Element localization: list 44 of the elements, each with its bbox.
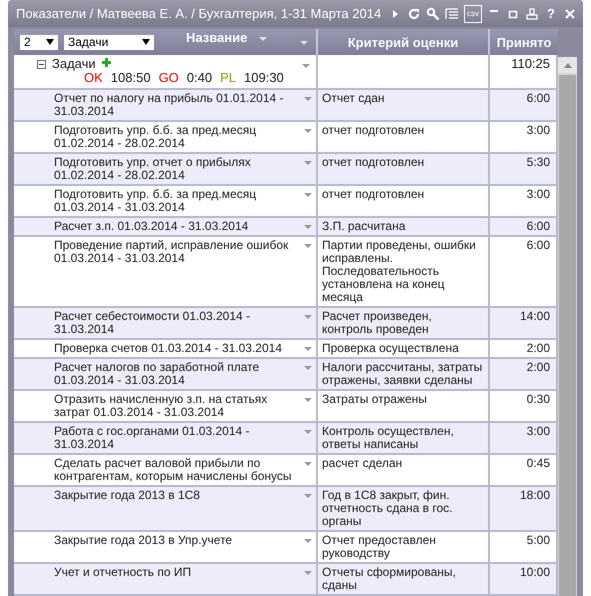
group-select[interactable]: Задачи — [64, 34, 154, 50]
table-cell: отчет подготовлен — [318, 154, 490, 184]
column-header[interactable]: Название — [186, 30, 248, 45]
table-cell: Проверка осуществлена — [318, 340, 490, 357]
level-select[interactable]: 2 — [20, 34, 58, 50]
table-cell: Год в 1С8 закрыт, фин. отчетность сдана в гос. органы — [318, 487, 490, 530]
task-name: Расчет з.п. 01.03.2014 - 31.03.2014 — [54, 220, 248, 233]
time-value: 109:30 — [244, 71, 284, 85]
task-name: Отчет по налогу на прибыль 01.01.2014 - 31.03.2014 — [54, 92, 284, 118]
task-name: Закрытие года 2013 в Упр.учете — [54, 534, 232, 549]
table-cell: Партии проведены, ошибки исправлены. Последовательность установлена на конец месяца — [318, 237, 490, 306]
task-name: Учет и отчетность по ИП — [54, 566, 192, 581]
task-name: Отразить начисленную з.п. на статьях затрат 01.03.2014 - 31.03.2014 — [54, 393, 268, 419]
table-cell: Отчеты сформированы, сданы — [318, 564, 490, 594]
time-value: 0:40 — [186, 71, 212, 85]
task-name: Подготовить упр. б.б. за пред.месяц 01.02.2014 - 28.02.2014 — [54, 124, 258, 150]
task-name: Расчет себестоимости 01.03.2014 - 31.03.2014 — [54, 310, 252, 336]
table-cell: Отчет сдан — [318, 90, 490, 120]
window-title: Показатели / Матвеева Е. А. / Бухгалтерия, 1-31 Марта 2014 — [16, 6, 382, 21]
csv-icon[interactable]: csv — [464, 4, 482, 22]
task-name: Работа с гос.органами 01.03.2014 - 31.03.2014 — [54, 425, 250, 451]
help-icon[interactable]: ? — [544, 6, 558, 22]
status-label: OK — [84, 71, 103, 85]
table-cell: Контроль осуществлен, ответы написаны — [318, 423, 490, 453]
status-label: GO — [158, 71, 179, 85]
task-name: Закрытие года 2013 в 1С8 — [54, 489, 200, 504]
table-cell: Отчет предоставлен руководству — [318, 532, 490, 562]
table-cell: отчет подготовлен — [318, 186, 490, 216]
task-name: Расчет налогов по заработной плате 01.03.2014 - 31.03.2014 — [54, 361, 260, 387]
task-name: Проверка счетов 01.03.2014 - 31.03.2014 — [54, 342, 282, 355]
task-name: Проведение партий, исправление ошибок 01.03.2014 - 31.03.2014 — [54, 239, 290, 267]
task-name: Подготовить упр. б.б. за пред.месяц 01.03.2014 - 31.03.2014 — [54, 188, 258, 214]
table-cell: Затраты отражены — [318, 391, 490, 421]
table-cell: расчет сделан — [318, 455, 490, 485]
status-label: PL — [220, 71, 236, 85]
task-name: Подготовить упр. отчет о прибылях 01.02.2014 - 28.02.2014 — [54, 156, 252, 182]
task-name: Сделать расчет валовой прибыли по контрагентам, которым начислены бонусы — [54, 457, 293, 483]
group-name: Задачи — [52, 57, 96, 71]
table-cell: отчет подготовлен — [318, 122, 490, 152]
table-cell: Налоги рассчитаны, затраты отражены, заявки сделаны — [318, 359, 490, 389]
column-header[interactable]: Принято — [490, 29, 558, 55]
table-cell: З.П. расчитана — [318, 218, 490, 235]
table-cell: Расчет произведен, контроль проведен — [318, 308, 490, 338]
time-value: 108:50 — [110, 71, 151, 85]
